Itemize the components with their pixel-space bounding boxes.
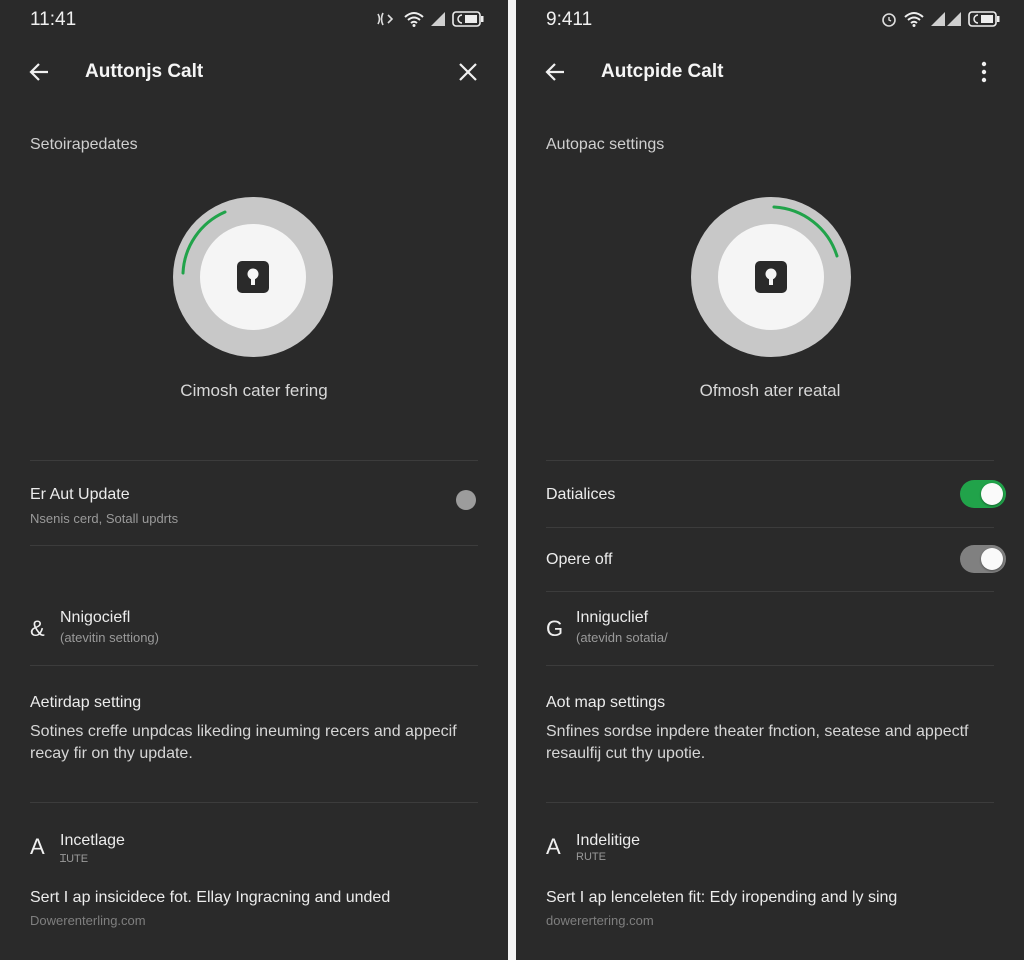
navigation-setting-title[interactable]: Inniguclief <box>576 609 648 627</box>
alarm-icon <box>882 13 896 27</box>
signal-icon <box>431 12 445 26</box>
status-time: 9:411 <box>546 9 593 30</box>
toggle-row-label: Opere off <box>546 551 613 568</box>
toggle-row-label: Datialices <box>546 486 616 503</box>
navigation-setting-subtitle: (atevitin settiong) <box>60 630 159 645</box>
more-vert-icon[interactable] <box>970 58 998 86</box>
left-screen: 11:41 Auttonjs Calt Setoirapedates Cimos… <box>0 0 508 960</box>
status-icons <box>374 10 484 28</box>
update-progress-dial[interactable] <box>690 196 852 358</box>
divider <box>30 460 478 461</box>
signal-icon <box>931 12 961 26</box>
lock-icon <box>237 261 269 293</box>
divider <box>30 802 478 803</box>
navigation-setting-subtitle: (atevidn sotatia/ <box>576 630 668 645</box>
status-icons <box>880 10 1000 28</box>
intelligence-description: Sert I ap insicidece fot. Ellay Ingracni… <box>30 889 391 906</box>
divider <box>546 665 994 666</box>
status-time: 11:41 <box>30 9 77 30</box>
divider <box>546 802 994 803</box>
wifi-icon <box>904 12 924 27</box>
intelligence-subtitle: RUTE <box>576 851 606 863</box>
g-letter-icon: G <box>546 616 564 641</box>
navigation-setting-title[interactable]: Nnigociefl <box>60 609 130 627</box>
lock-icon <box>755 261 787 293</box>
opere-off-toggle-switch[interactable] <box>960 545 1006 573</box>
auto-update-title: Er Aut Update <box>30 486 130 503</box>
battery-icon <box>452 11 484 27</box>
vibrate-icon <box>377 12 394 26</box>
divider <box>546 460 994 461</box>
section-title: Autopac settings <box>546 136 665 153</box>
back-arrow-icon[interactable] <box>542 58 570 86</box>
right-screen: 9:411 Autcpide Calt Autopac settings Ofm… <box>516 0 1024 960</box>
map-settings-description: Sotines creffe unpdcas likeding ineuming… <box>30 723 457 762</box>
ampersand-icon: & <box>30 616 45 641</box>
map-settings-title: Aot map settings <box>546 694 666 711</box>
status-bar: 9:411 <box>516 0 1024 38</box>
font-a-icon: A <box>546 834 561 859</box>
intelligence-title[interactable]: Incetlage <box>60 832 125 850</box>
data-toggle-switch[interactable] <box>960 480 1006 508</box>
battery-icon <box>968 11 1000 27</box>
app-bar: Autcpide Calt <box>516 48 1024 96</box>
switch-knob <box>981 548 1003 570</box>
map-settings-title: Aetirdap setting <box>30 694 142 711</box>
dial-caption: Cimosh cater fering <box>180 381 328 400</box>
divider <box>546 527 994 528</box>
back-arrow-icon[interactable] <box>26 58 54 86</box>
intelligence-description: Sert I ap lenceleten fit: Edy iropending… <box>546 889 898 906</box>
intelligence-title[interactable]: Indelitige <box>576 832 640 850</box>
auto-update-subtitle: Nsenis cerd, Sotall updrts <box>30 511 179 526</box>
divider <box>30 665 478 666</box>
app-bar: Auttonjs Calt <box>0 48 508 96</box>
page-title: Auttonjs Calt <box>85 61 204 82</box>
wifi-icon <box>404 12 424 27</box>
map-settings-description: Snfines sordse inpdere theater fnction, … <box>546 723 969 762</box>
intelligence-link[interactable]: dowerertering.com <box>546 913 654 928</box>
intelligence-subtitle: ꞮUTE <box>60 853 89 865</box>
font-a-icon: A <box>30 834 45 859</box>
section-title: Setoirapedates <box>30 136 138 153</box>
intelligence-link[interactable]: Dowerenterling.com <box>30 913 146 928</box>
close-icon[interactable] <box>454 58 482 86</box>
divider <box>30 545 478 546</box>
auto-update-toggle[interactable] <box>456 490 476 510</box>
switch-knob <box>981 483 1003 505</box>
dial-caption: Ofmosh ater reatal <box>699 381 841 400</box>
status-bar: 11:41 <box>0 0 508 38</box>
update-progress-dial[interactable] <box>172 196 334 358</box>
divider <box>546 591 994 592</box>
page-title: Autcpide Calt <box>601 61 724 82</box>
